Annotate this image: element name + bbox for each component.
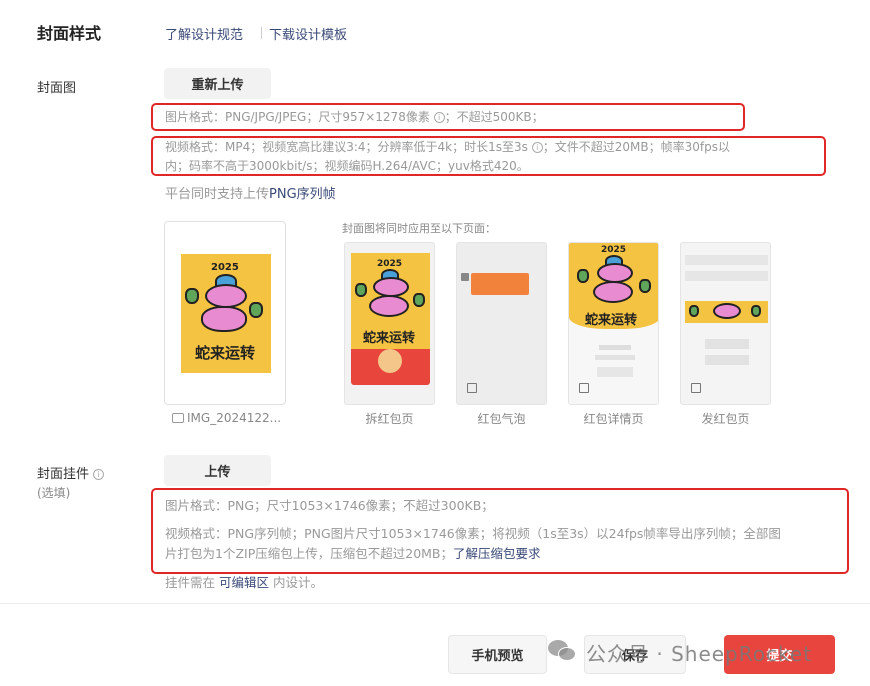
file-name-row: IMG_2024122... (172, 411, 281, 425)
page-caption-bubble: 红包气泡 (477, 412, 526, 426)
section-title: 封面样式 (37, 24, 102, 43)
snake-head (597, 263, 633, 283)
pendant-edit-note: 挂件需在 可编辑区 内设计。 (165, 573, 323, 592)
highlight-box-video-format (151, 136, 826, 176)
money-bag-icon (689, 305, 699, 317)
placeholder-bar (705, 339, 749, 349)
open-button-shape (378, 349, 402, 373)
cover-artwork: 2025 蛇来运转 (181, 254, 271, 373)
file-name: IMG_2024122... (187, 411, 282, 425)
watermark-text: 公众号 · SheepRocket (586, 642, 812, 666)
preview-send[interactable] (680, 242, 771, 405)
snake-coil (201, 306, 247, 332)
cover-label: 封面图 (37, 81, 77, 96)
design-spec-link[interactable]: 了解设计规范 (165, 24, 243, 43)
preview-detail[interactable]: 2025 蛇来运转 (568, 242, 659, 405)
editable-area-link[interactable]: 可编辑区 (219, 575, 269, 590)
pendant-label-text: 封面挂件 (37, 467, 90, 482)
image-file-icon (172, 413, 184, 423)
placeholder-bar (705, 355, 749, 365)
avatar (461, 273, 469, 281)
placeholder-bar (685, 255, 768, 265)
placeholder-bar (685, 271, 768, 281)
pendant-label: 封面挂件 i (37, 463, 105, 482)
png-sequence-link[interactable]: PNG序列帧 (269, 187, 336, 202)
page-caption-detail: 红包详情页 (583, 412, 644, 426)
cover-artwork: 2025 蛇来运转 (351, 253, 430, 349)
art-year: 2025 (601, 245, 627, 255)
art-year: 2025 (377, 259, 403, 269)
art-motto: 蛇来运转 (195, 344, 256, 362)
snake-head (713, 303, 741, 319)
snake-coil (369, 295, 409, 317)
money-bag-icon (249, 302, 263, 318)
uploaded-cover-card[interactable]: 2025 蛇来运转 (164, 221, 286, 405)
footer-divider (0, 603, 870, 604)
snake-coil (593, 281, 633, 303)
link-divider (261, 27, 262, 39)
edit-icon (579, 383, 589, 393)
edit-icon (467, 383, 477, 393)
reupload-button[interactable]: 重新上传 (164, 68, 271, 99)
apply-caption: 封面图将同时应用至以下页面： (342, 222, 496, 235)
pendant-upload-button[interactable]: 上传 (164, 455, 271, 486)
wechat-icon (548, 638, 578, 664)
snake-head (205, 284, 247, 308)
highlight-box-image-format (151, 103, 745, 131)
edit-note-suffix: 内设计。 (273, 575, 324, 590)
art-motto: 蛇来运转 (585, 313, 638, 328)
preview-open-envelope[interactable]: 2025 蛇来运转 (344, 242, 435, 405)
snake-head (373, 277, 409, 297)
placeholder-bar (597, 367, 633, 377)
png-sequence-prefix: 平台同时支持上传 (165, 187, 270, 202)
money-bag-icon (413, 293, 425, 307)
placeholder-bar (599, 345, 631, 350)
money-bag-icon (639, 279, 651, 293)
cover-artwork-strip (685, 301, 768, 323)
info-icon[interactable]: i (93, 469, 105, 480)
art-motto: 蛇来运转 (363, 331, 416, 346)
money-bag-icon (751, 305, 761, 317)
page-caption-open: 拆红包页 (365, 412, 414, 426)
edit-icon (691, 383, 701, 393)
highlight-box-pendant (151, 488, 849, 574)
phone-preview-button[interactable]: 手机预览 (448, 635, 547, 674)
placeholder-bar (595, 355, 635, 360)
money-bag-icon (577, 269, 589, 283)
png-sequence-note: 平台同时支持上传PNG序列帧 (165, 185, 336, 204)
preview-bubble[interactable] (456, 242, 547, 405)
bubble-shape (471, 273, 529, 295)
edit-note-prefix: 挂件需在 (165, 575, 216, 590)
money-bag-icon (185, 288, 199, 304)
cover-artwork: 2025 蛇来运转 (569, 243, 658, 329)
download-template-link[interactable]: 下载设计模板 (269, 24, 347, 43)
money-bag-icon (355, 283, 367, 297)
art-year: 2025 (211, 262, 239, 273)
pendant-optional: (选填) (37, 486, 71, 500)
page-caption-send: 发红包页 (701, 412, 750, 426)
